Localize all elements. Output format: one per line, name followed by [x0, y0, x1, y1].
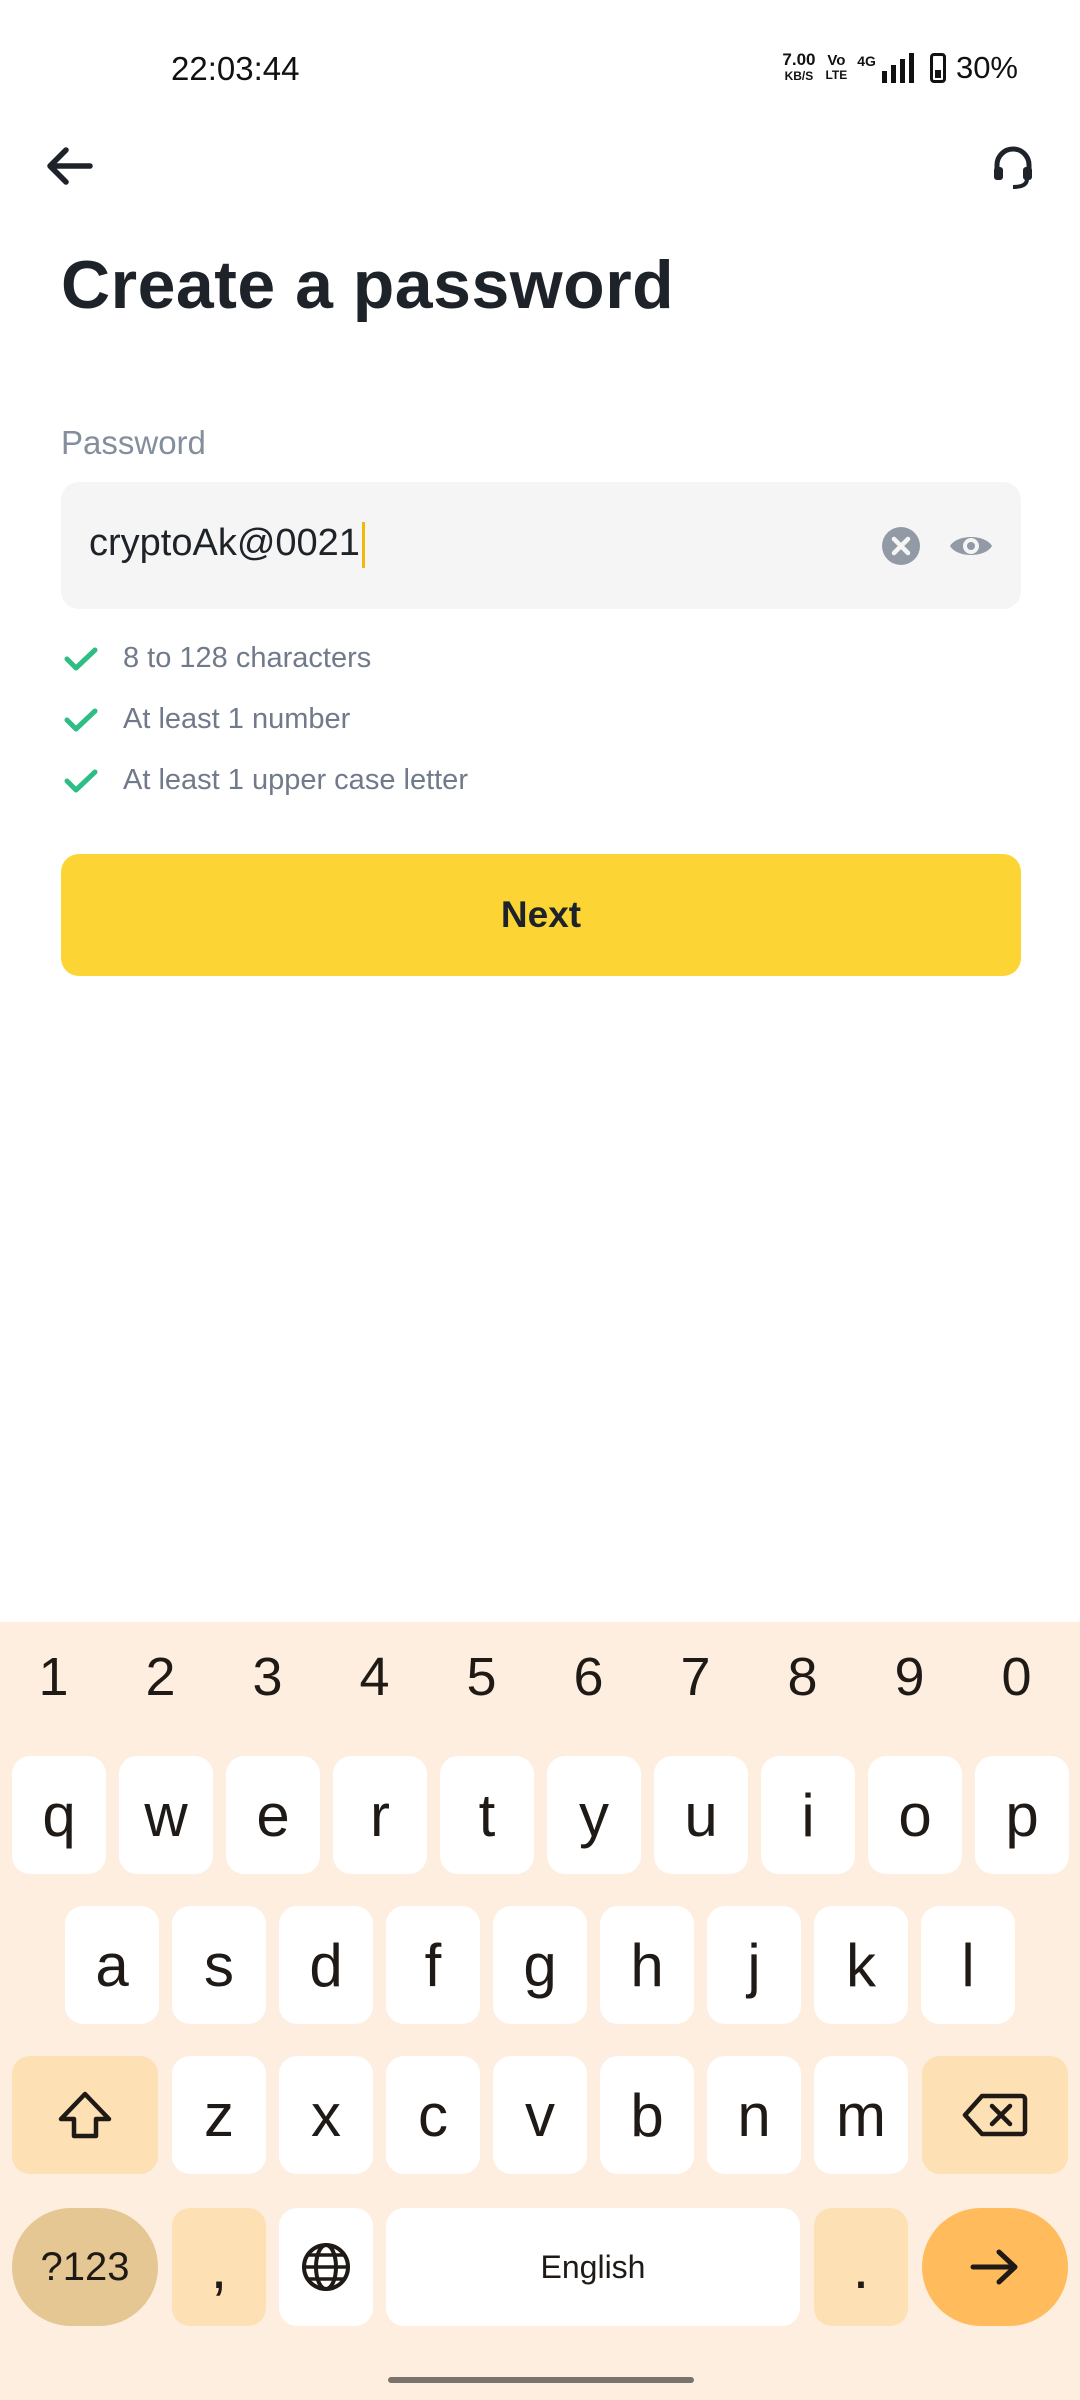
key-n[interactable]: n [707, 2056, 801, 2174]
comma-key[interactable]: , [172, 2208, 266, 2326]
language-key[interactable] [279, 2208, 373, 2326]
period-key[interactable]: . [814, 2208, 908, 2326]
enter-key[interactable] [922, 2208, 1068, 2326]
key-g[interactable]: g [493, 1906, 587, 2024]
battery-icon [929, 53, 946, 83]
number-row: 1 2 3 4 5 6 7 8 9 0 [0, 1646, 1080, 1708]
arrow-left-icon [47, 147, 93, 185]
key-s[interactable]: s [172, 1906, 266, 2024]
space-key[interactable]: English [386, 2208, 800, 2326]
signal-icon: 4G [857, 53, 914, 83]
key-l[interactable]: l [921, 1906, 1015, 2024]
password-label: Password [61, 424, 206, 461]
key-b[interactable]: b [600, 2056, 694, 2174]
eye-icon [950, 537, 992, 555]
key-h[interactable]: h [600, 1906, 694, 2024]
home-indicator[interactable] [388, 2377, 694, 2383]
status-icons: 7.00 KB/S Vo LTE 4G 30% [782, 50, 1018, 86]
key-3[interactable]: 3 [214, 1646, 321, 1708]
key-i[interactable]: i [761, 1756, 855, 1874]
next-button[interactable]: Next [61, 854, 1021, 976]
key-o[interactable]: o [868, 1756, 962, 1874]
key-f[interactable]: f [386, 1906, 480, 2024]
key-m[interactable]: m [814, 2056, 908, 2174]
key-z[interactable]: z [172, 2056, 266, 2174]
key-j[interactable]: j [707, 1906, 801, 2024]
key-d[interactable]: d [279, 1906, 373, 2024]
key-r[interactable]: r [333, 1756, 427, 1874]
password-field[interactable]: cryptoAk@0021 [61, 482, 1021, 609]
key-4[interactable]: 4 [321, 1646, 428, 1708]
password-value-wrap: cryptoAk@0021 [89, 522, 365, 568]
status-time: 22:03:44 [171, 50, 300, 87]
text-caret [361, 522, 365, 568]
volte-indicator: Vo LTE [825, 52, 848, 82]
key-1[interactable]: 1 [0, 1646, 107, 1708]
shift-icon [58, 2091, 112, 2139]
key-y[interactable]: y [547, 1756, 641, 1874]
key-9[interactable]: 9 [856, 1646, 963, 1708]
key-p[interactable]: p [975, 1756, 1069, 1874]
check-icon [64, 769, 98, 792]
key-k[interactable]: k [814, 1906, 908, 2024]
check-icon [64, 647, 98, 670]
key-u[interactable]: u [654, 1756, 748, 1874]
backspace-icon [962, 2093, 1028, 2137]
shift-key[interactable] [12, 2056, 158, 2174]
key-7[interactable]: 7 [642, 1646, 749, 1708]
back-button[interactable] [38, 138, 100, 194]
key-c[interactable]: c [386, 2056, 480, 2174]
key-t[interactable]: t [440, 1756, 534, 1874]
network-speed: 7.00 KB/S [782, 50, 816, 83]
key-2[interactable]: 2 [107, 1646, 214, 1708]
password-rules: 8 to 128 characters At least 1 number At… [61, 628, 468, 811]
headset-icon [994, 146, 1032, 189]
soft-keyboard: 1 2 3 4 5 6 7 8 9 0 q w e r t y u i o p … [0, 1622, 1080, 2400]
rule-text: At least 1 upper case letter [123, 764, 468, 796]
globe-icon [302, 2243, 350, 2291]
key-x[interactable]: x [279, 2056, 373, 2174]
rule-text: At least 1 number [123, 703, 351, 735]
check-icon [64, 708, 98, 731]
rule-item: At least 1 number [61, 689, 468, 750]
backspace-key[interactable] [922, 2056, 1068, 2174]
toggle-visibility-button[interactable] [947, 524, 995, 568]
key-q[interactable]: q [12, 1756, 106, 1874]
status-bar: 22:03:44 7.00 KB/S Vo LTE 4G 30% [0, 0, 1080, 140]
key-w[interactable]: w [119, 1756, 213, 1874]
battery-percent: 30% [955, 50, 1018, 85]
arrow-right-icon [970, 2249, 1018, 2285]
key-0[interactable]: 0 [963, 1646, 1070, 1708]
key-8[interactable]: 8 [749, 1646, 856, 1708]
page-title: Create a password [61, 247, 675, 323]
clear-circle-icon [882, 527, 920, 565]
key-v[interactable]: v [493, 2056, 587, 2174]
symbols-key[interactable]: ?123 [12, 2208, 158, 2326]
password-value: cryptoAk@0021 [89, 522, 360, 565]
support-button[interactable] [982, 136, 1044, 198]
key-6[interactable]: 6 [535, 1646, 642, 1708]
key-a[interactable]: a [65, 1906, 159, 2024]
rule-item: At least 1 upper case letter [61, 750, 468, 811]
key-5[interactable]: 5 [428, 1646, 535, 1708]
key-e[interactable]: e [226, 1756, 320, 1874]
rule-text: 8 to 128 characters [123, 642, 372, 674]
clear-button[interactable] [879, 524, 923, 568]
rule-item: 8 to 128 characters [61, 628, 468, 689]
